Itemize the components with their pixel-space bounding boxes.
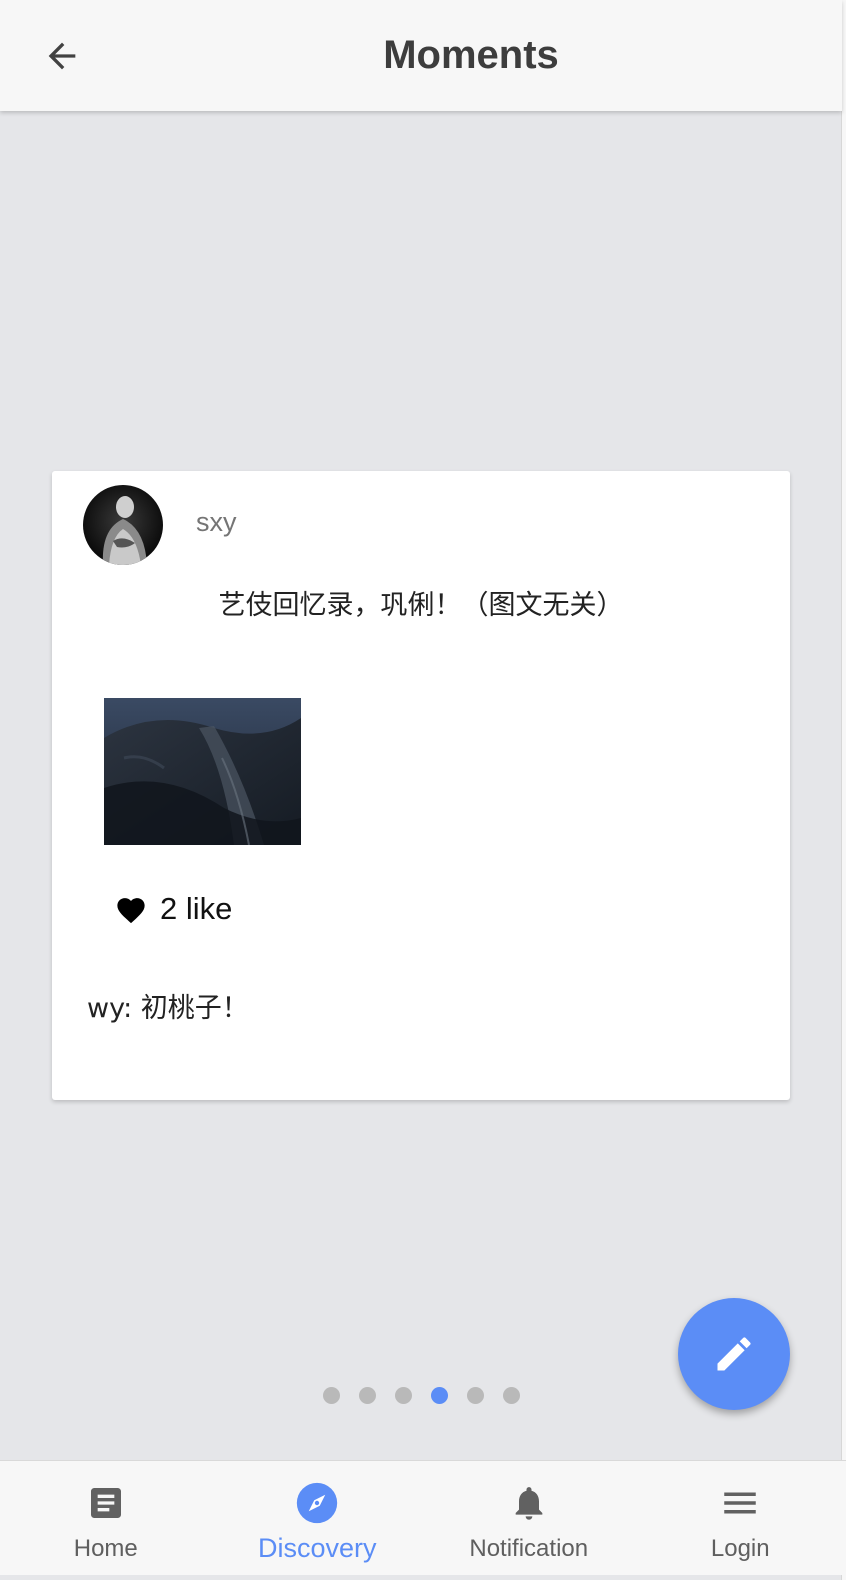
like-row: 2 like [114,891,232,927]
page-title: Moments [383,33,559,77]
comment-text: wy: 初桃子！ [87,993,249,1024]
post-text: 艺伎回忆录，巩俐！（图文无关） [218,590,624,621]
moment-card: sxy 艺伎回忆录，巩俐！（图文无关） 2 like wy: 初桃子！ [52,471,790,1100]
avatar[interactable] [83,485,163,565]
bottom-navigation: Home Discovery Notification Login [0,1460,846,1575]
nav-login-label: Login [710,1535,770,1562]
page-dot-5[interactable] [467,1387,484,1404]
compose-button[interactable] [678,1298,790,1410]
page-dot-3[interactable] [395,1387,412,1404]
like-count: 2 like [160,891,233,926]
post-image[interactable] [104,698,301,845]
nav-discovery-label: Discovery [257,1533,377,1563]
scroll-edge [841,0,846,1580]
menu-icon [724,1492,756,1514]
app-bar: Moments [0,0,842,111]
nav-login[interactable]: Login [635,1461,846,1575]
post-username[interactable]: sxy [196,507,237,538]
heart-icon[interactable] [114,894,148,924]
document-icon [90,1488,121,1518]
page-dot-6[interactable] [503,1387,520,1404]
nav-home-label: Home [73,1535,138,1562]
bell-icon [515,1487,543,1520]
compass-icon [297,1482,338,1524]
page-indicator [323,1387,539,1404]
page-dot-1[interactable] [323,1387,340,1404]
nav-home[interactable]: Home [0,1461,212,1575]
nav-discovery[interactable]: Discovery [212,1461,424,1575]
nav-notification-label: Notification [469,1535,589,1562]
pencil-icon [717,1337,751,1371]
page-dot-2[interactable] [359,1387,376,1404]
page-dot-4[interactable] [431,1387,448,1404]
nav-notification[interactable]: Notification [423,1461,635,1575]
